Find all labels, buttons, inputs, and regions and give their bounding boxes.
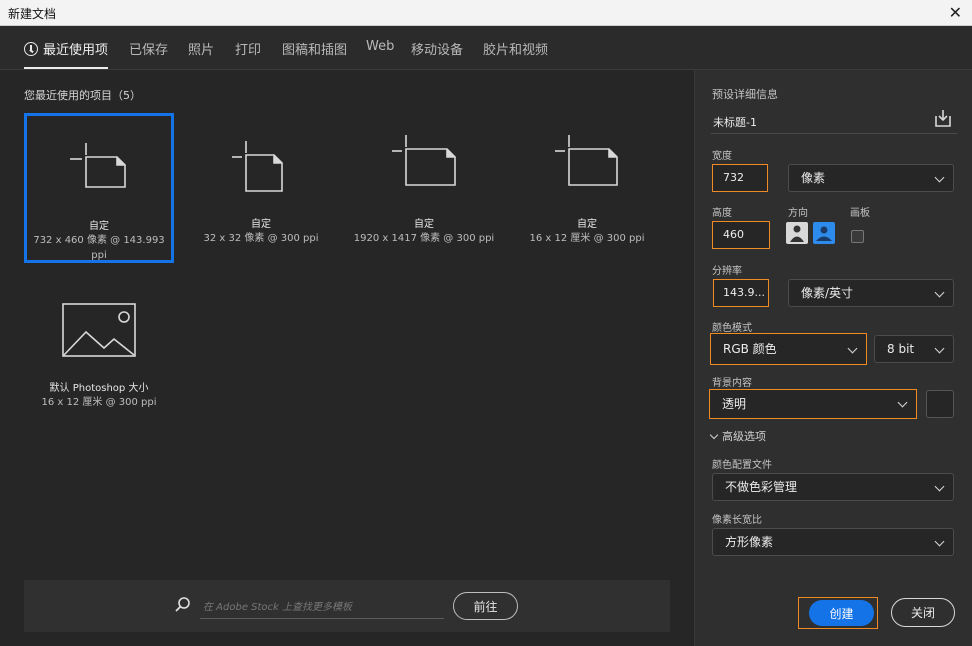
search-icon xyxy=(175,597,190,612)
tab-art-illustration[interactable]: 图稿和插图 xyxy=(282,39,347,58)
color-mode-select[interactable]: RGB 颜色 xyxy=(710,333,867,365)
pixel-aspect-label: 像素长宽比 xyxy=(712,515,762,526)
preset-item[interactable]: 自定 1920 x 1417 像素 @ 300 ppi xyxy=(349,113,499,263)
landscape-orientation-button[interactable] xyxy=(813,222,835,244)
chevron-down-icon xyxy=(934,287,945,298)
chevron-down-icon xyxy=(934,536,945,547)
artboard-checkbox[interactable] xyxy=(851,230,864,243)
preset-item[interactable]: 默认 Photoshop 大小 16 x 12 厘米 @ 300 ppi xyxy=(24,292,174,442)
save-preset-icon[interactable] xyxy=(933,108,953,128)
document-icon xyxy=(392,135,456,186)
tab-web[interactable]: Web xyxy=(366,39,394,54)
color-profile-select[interactable]: 不做色彩管理 xyxy=(712,473,954,501)
document-icon xyxy=(70,143,126,188)
clock-icon xyxy=(24,42,38,56)
tab-recent-label: 最近使用项 xyxy=(43,43,109,58)
preset-item[interactable]: 自定 732 x 460 像素 @ 143.993 ppi xyxy=(24,113,174,263)
image-placeholder-icon xyxy=(62,303,136,357)
preset-name: 默认 Photoshop 大小 xyxy=(49,383,149,394)
preset-description: 732 x 460 像素 @ 143.993 ppi xyxy=(33,235,165,261)
preset-description: 32 x 32 像素 @ 300 ppi xyxy=(203,233,319,244)
tab-photo[interactable]: 照片 xyxy=(188,39,214,58)
pixel-aspect-select[interactable]: 方形像素 xyxy=(712,528,954,556)
resolution-unit-select[interactable]: 像素/英寸 xyxy=(788,279,954,307)
document-name-field[interactable]: 未标题-1 xyxy=(713,114,757,130)
background-select[interactable]: 透明 xyxy=(709,389,917,419)
advanced-options-label: 高级选项 xyxy=(722,430,766,443)
pixel-aspect-value: 方形像素 xyxy=(725,535,774,549)
height-label: 高度 xyxy=(712,208,732,219)
chevron-down-icon xyxy=(934,481,945,492)
preset-details-panel: 预设详细信息 未标题-1 宽度 732 像素 高度 方向 画板 460 分辨率 … xyxy=(694,70,972,646)
background-color-swatch[interactable] xyxy=(926,390,954,418)
document-icon xyxy=(555,135,618,186)
details-header: 预设详细信息 xyxy=(712,88,778,101)
color-mode-value: RGB 颜色 xyxy=(723,342,777,356)
create-button[interactable]: 创建 xyxy=(809,600,874,626)
color-profile-label: 颜色配置文件 xyxy=(712,460,772,471)
tab-film-video[interactable]: 胶片和视频 xyxy=(483,39,548,58)
advanced-options-toggle[interactable]: 高级选项 xyxy=(709,428,766,444)
chevron-down-icon xyxy=(709,430,719,440)
resolution-unit-value: 像素/英寸 xyxy=(801,286,854,300)
background-value: 透明 xyxy=(722,397,747,411)
document-name-underline xyxy=(711,133,957,134)
close-icon[interactable]: ✕ xyxy=(949,3,962,22)
preset-name: 自定 xyxy=(577,219,597,230)
chevron-down-icon xyxy=(934,343,945,354)
orientation-label: 方向 xyxy=(788,208,808,219)
title-bar: 新建文档 ✕ xyxy=(0,0,972,26)
width-unit-select[interactable]: 像素 xyxy=(788,164,954,192)
bit-depth-select[interactable]: 8 bit xyxy=(874,335,954,363)
resolution-input[interactable]: 143.9... xyxy=(713,279,769,307)
create-button-highlight: 创建 xyxy=(798,597,878,629)
tab-saved[interactable]: 已保存 xyxy=(129,39,168,58)
category-tabs: 最近使用项 已保存 照片 打印 图稿和插图 Web 移动设备 胶片和视频 xyxy=(0,26,972,70)
recent-section-title: 您最近使用的项目（5） xyxy=(24,89,141,102)
artboard-label: 画板 xyxy=(850,208,870,219)
preset-name: 自定 xyxy=(89,221,109,232)
active-tab-indicator xyxy=(24,67,108,69)
width-unit-value: 像素 xyxy=(801,171,826,185)
bit-depth-value: 8 bit xyxy=(887,342,915,356)
go-button[interactable]: 前往 xyxy=(453,592,518,620)
color-mode-label: 颜色模式 xyxy=(712,323,752,334)
background-label: 背景内容 xyxy=(712,378,752,389)
window-title: 新建文档 xyxy=(8,7,57,21)
height-input[interactable]: 460 xyxy=(712,221,770,249)
color-profile-value: 不做色彩管理 xyxy=(725,480,798,494)
preset-item[interactable]: 自定 16 x 12 厘米 @ 300 ppi xyxy=(512,113,662,263)
tab-mobile[interactable]: 移动设备 xyxy=(411,39,463,58)
preset-item[interactable]: 自定 32 x 32 像素 @ 300 ppi xyxy=(186,113,336,263)
preset-name: 自定 xyxy=(251,219,271,230)
document-icon xyxy=(232,141,283,192)
stock-search-input[interactable] xyxy=(200,597,444,619)
preset-name: 自定 xyxy=(414,219,434,230)
preset-description: 16 x 12 厘米 @ 300 ppi xyxy=(41,397,157,408)
width-input[interactable]: 732 xyxy=(712,164,768,192)
preset-description: 16 x 12 厘米 @ 300 ppi xyxy=(529,233,645,244)
chevron-down-icon xyxy=(934,172,945,183)
tab-recent[interactable]: 最近使用项 xyxy=(24,39,108,58)
preset-description: 1920 x 1417 像素 @ 300 ppi xyxy=(353,233,495,244)
portrait-icon xyxy=(790,225,804,242)
stock-search-bar: 前往 xyxy=(24,580,670,632)
close-button[interactable]: 关闭 xyxy=(891,598,955,627)
chevron-down-icon xyxy=(847,343,858,354)
recent-presets-panel: 您最近使用的项目（5） 自定 732 x 460 像素 @ 143.993 pp… xyxy=(0,70,694,646)
landscape-icon xyxy=(816,226,832,241)
chevron-down-icon xyxy=(897,397,908,408)
width-label: 宽度 xyxy=(712,151,732,162)
portrait-orientation-button[interactable] xyxy=(786,222,808,244)
resolution-label: 分辨率 xyxy=(712,266,742,277)
tab-print[interactable]: 打印 xyxy=(235,39,261,58)
